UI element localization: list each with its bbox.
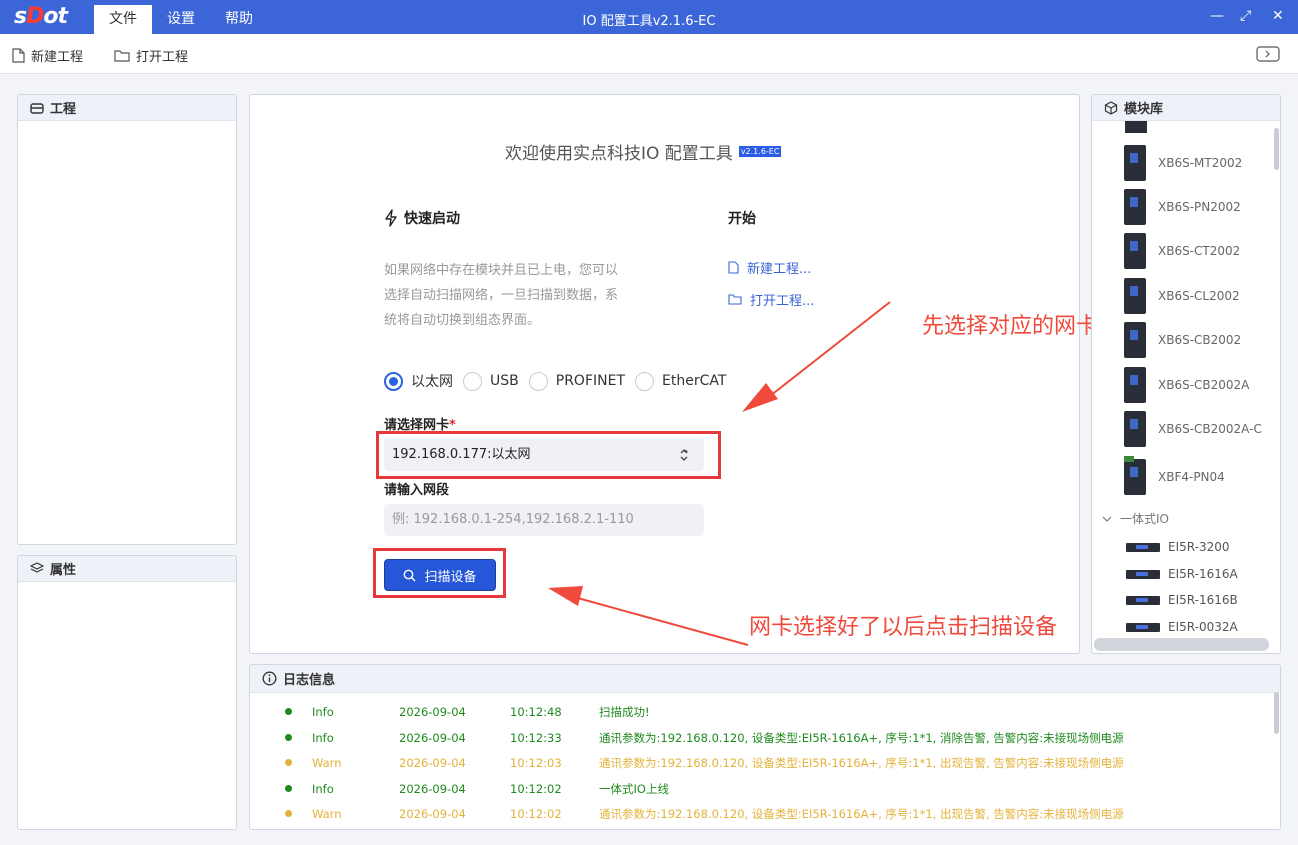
module-item[interactable]: XB6S-CB2002A-C (1124, 411, 1262, 447)
log-row: Info 2026-09-04 10:12:02 一体式IO上线 (250, 776, 1280, 801)
log-panel-header: 日志信息 (250, 665, 1280, 693)
module-image (1124, 456, 1146, 495)
status-dot (285, 785, 292, 792)
log-row: Info 2026-09-04 10:12:48 扫描成功! (250, 699, 1280, 724)
nic-hint-annotation: 先选择对应的网卡 (922, 314, 1099, 339)
io-module-image (1126, 569, 1160, 579)
io-module-image (1126, 542, 1160, 552)
chevron-down-icon (1102, 516, 1112, 522)
module-item[interactable]: XB6S-PN2002 (1124, 189, 1241, 225)
module-item[interactable]: XB6S-CT2002 (1124, 233, 1240, 269)
io-item[interactable]: EI5R-1616A (1126, 567, 1238, 581)
io-item[interactable]: EI5R-1616B (1126, 593, 1238, 607)
module-item[interactable]: XB6S-MT2002 (1124, 145, 1242, 181)
status-dot (285, 734, 292, 741)
module-item[interactable]: XB6S-CB2002A (1124, 367, 1249, 403)
status-dot (285, 759, 292, 766)
module-image (1124, 189, 1146, 225)
io-module-image (1126, 622, 1160, 632)
module-item[interactable]: XB6S-CB2002 (1124, 322, 1241, 358)
module-image (1124, 322, 1146, 358)
module-group-toggle[interactable]: 一体式IO (1102, 510, 1169, 527)
module-library-hscrollbar[interactable] (1094, 638, 1269, 651)
module-image (1124, 278, 1146, 314)
module-image (1124, 411, 1146, 447)
cube-icon (1104, 100, 1118, 115)
module-library-scrollbar[interactable] (1274, 128, 1279, 170)
info-icon (262, 671, 277, 686)
io-item[interactable]: EI5R-3200 (1126, 540, 1229, 554)
status-dot (285, 708, 292, 715)
log-row: Info 2026-09-04 10:12:33 通讯参数为:192.168.0.12… (250, 725, 1280, 750)
io-item[interactable]: EI5R-0032A (1126, 620, 1238, 634)
log-row: Warn 2026-09-04 10:12:03 通讯参数为:192.168.0.12… (250, 750, 1280, 775)
scan-hint-annotation: 网卡选择好了以后点击扫描设备 (749, 615, 1058, 640)
status-dot (285, 810, 292, 817)
module-library-header: 模块库 (1092, 95, 1280, 121)
module-image-partial (1125, 121, 1147, 133)
log-row: Warn 2026-09-04 10:12:02 通讯参数为:192.168.0.12… (250, 801, 1280, 826)
module-image (1124, 233, 1146, 269)
module-image (1124, 367, 1146, 403)
io-module-image (1126, 595, 1160, 605)
module-item[interactable]: XBF4-PN04 (1124, 456, 1225, 495)
module-image (1124, 145, 1146, 181)
module-item[interactable]: XB6S-CL2002 (1124, 278, 1240, 314)
